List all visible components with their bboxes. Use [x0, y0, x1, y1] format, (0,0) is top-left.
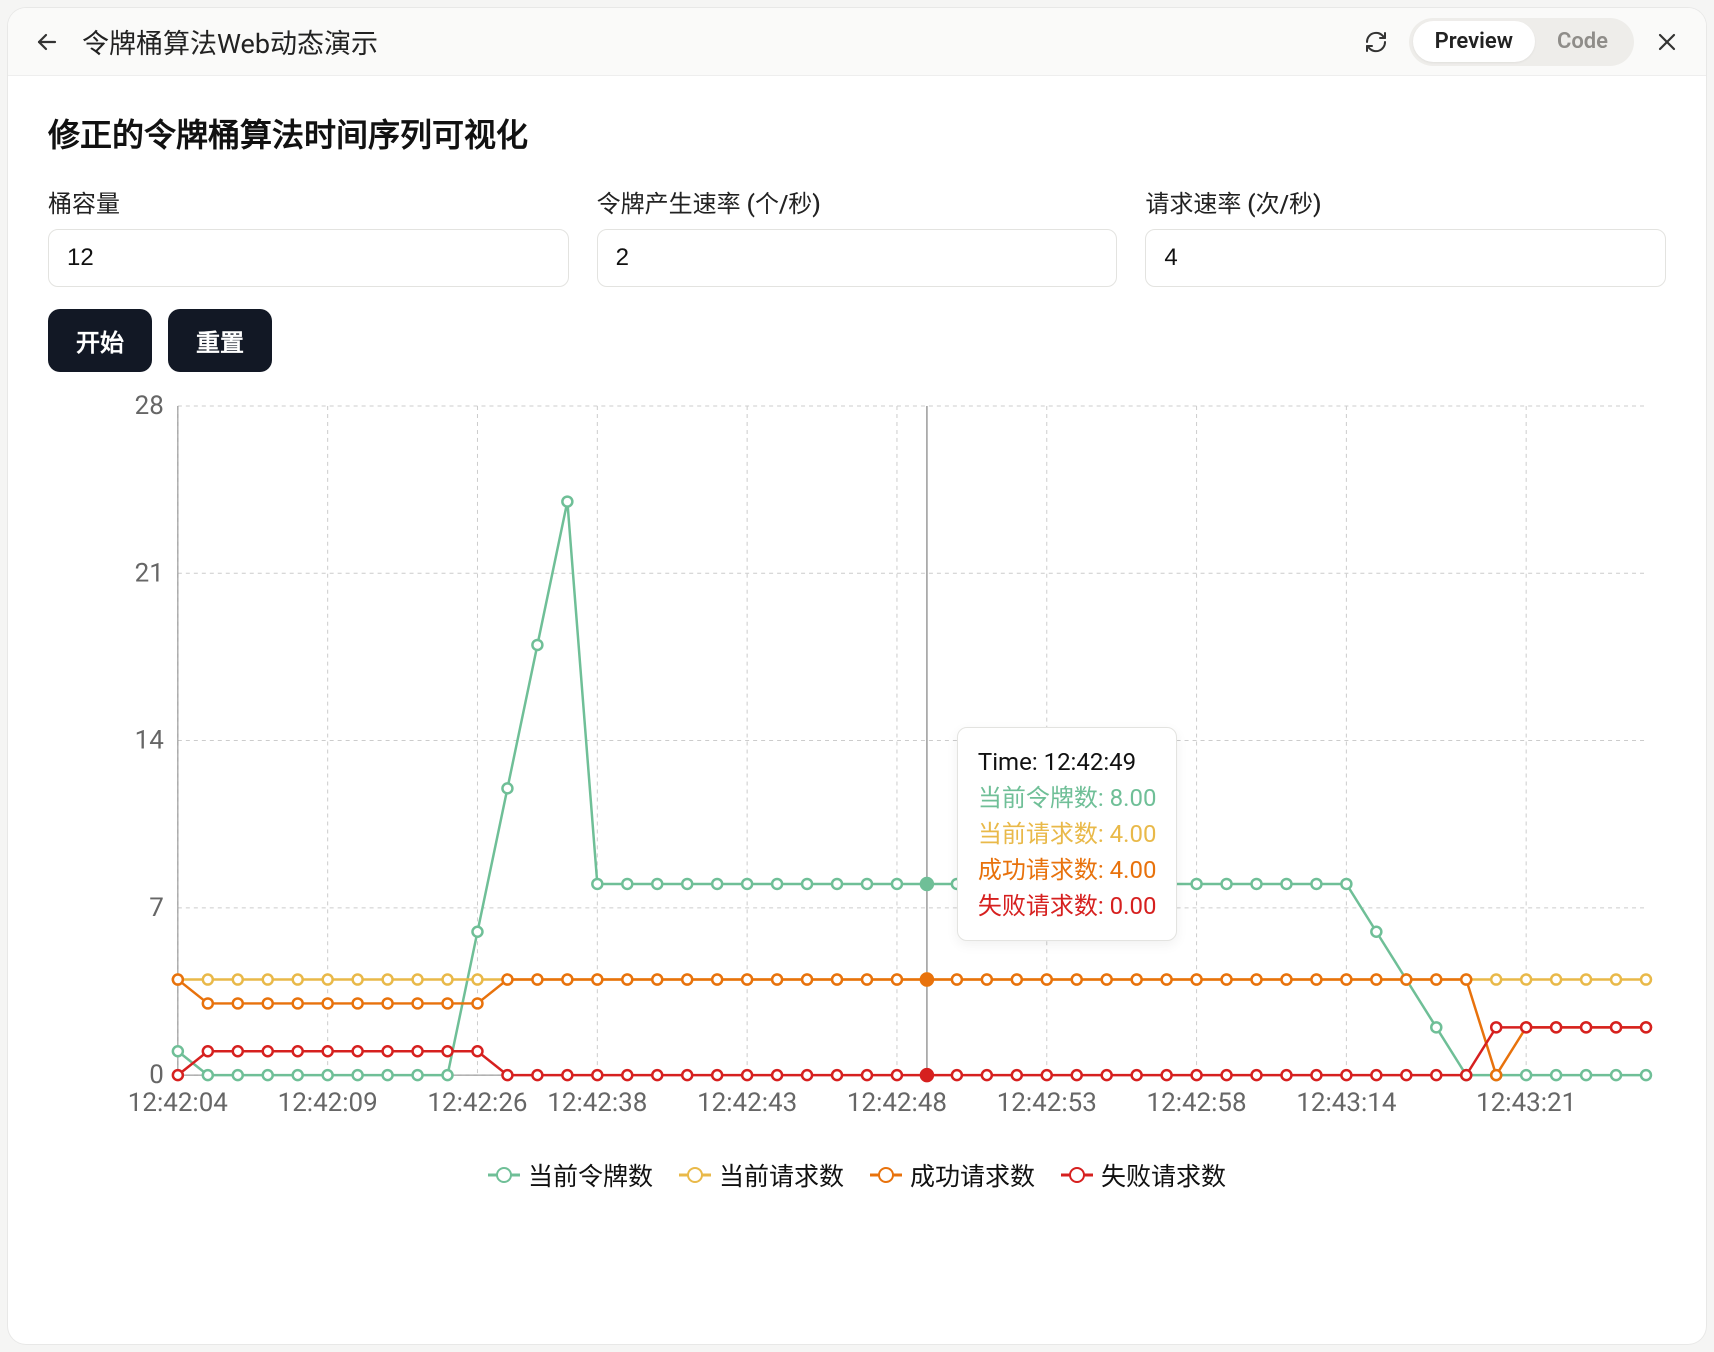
legend-label: 失败请求数: [1101, 1157, 1226, 1193]
rate-input[interactable]: [597, 229, 1118, 287]
req-rate-label: 请求速率 (次/秒): [1145, 184, 1666, 219]
tooltip-success-value: 4.00: [1110, 856, 1157, 884]
tooltip-time-label: Time: [978, 748, 1032, 776]
tooltip-tokens-value: 8.00: [1110, 784, 1157, 812]
view-toggle: Preview Code: [1409, 18, 1634, 66]
tooltip-fail-value: 0.00: [1110, 892, 1157, 920]
svg-text:12:42:26: 12:42:26: [427, 1088, 527, 1118]
svg-text:12:42:58: 12:42:58: [1147, 1088, 1247, 1118]
svg-text:12:42:53: 12:42:53: [997, 1088, 1097, 1118]
chart-area: 0 7 14 21 28 12:42:04 12:42:09 12:42:26 12:42:38…: [48, 386, 1666, 1193]
controls-row: 桶容量 令牌产生速率 (个/秒) 请求速率 (次/秒): [48, 184, 1666, 287]
page-title: 令牌桶算法Web动态演示: [82, 22, 378, 61]
svg-text:28: 28: [135, 391, 164, 421]
capacity-input[interactable]: [48, 229, 569, 287]
chart-legend: 当前令牌数 当前请求数 成功请求数 失败请求数: [48, 1157, 1666, 1193]
tooltip-time-value: 12:42:49: [1044, 748, 1137, 776]
capacity-label: 桶容量: [48, 184, 569, 219]
tooltip-success-label: 成功请求数: [978, 856, 1098, 884]
close-icon[interactable]: [1650, 25, 1684, 59]
tab-code[interactable]: Code: [1535, 21, 1630, 62]
svg-text:12:42:38: 12:42:38: [547, 1088, 647, 1118]
legend-swatch-icon: [488, 1168, 520, 1182]
svg-text:12:43:21: 12:43:21: [1476, 1088, 1576, 1118]
svg-text:0: 0: [149, 1060, 164, 1090]
tab-preview[interactable]: Preview: [1413, 21, 1535, 62]
top-bar: 令牌桶算法Web动态演示 Preview Code: [8, 8, 1706, 76]
line-chart: 0 7 14 21 28 12:42:04 12:42:09 12:42:26 12:42:38…: [48, 386, 1666, 1145]
svg-text:14: 14: [135, 726, 164, 756]
legend-success[interactable]: 成功请求数: [870, 1157, 1035, 1193]
legend-label: 成功请求数: [910, 1157, 1035, 1193]
refresh-icon[interactable]: [1359, 25, 1393, 59]
tooltip-tokens-label: 当前令牌数: [978, 784, 1098, 812]
svg-text:12:42:09: 12:42:09: [278, 1088, 378, 1118]
reset-button[interactable]: 重置: [168, 309, 272, 372]
back-icon[interactable]: [30, 25, 64, 59]
legend-fail[interactable]: 失败请求数: [1061, 1157, 1226, 1193]
legend-tokens[interactable]: 当前令牌数: [488, 1157, 653, 1193]
start-button[interactable]: 开始: [48, 309, 152, 372]
legend-requests[interactable]: 当前请求数: [679, 1157, 844, 1193]
rate-label: 令牌产生速率 (个/秒): [597, 184, 1118, 219]
svg-text:21: 21: [135, 558, 164, 588]
req-rate-input[interactable]: [1145, 229, 1666, 287]
legend-label: 当前请求数: [719, 1157, 844, 1193]
svg-text:12:42:04: 12:42:04: [128, 1088, 228, 1118]
tooltip-requests-label: 当前请求数: [978, 820, 1098, 848]
legend-swatch-icon: [870, 1168, 902, 1182]
tooltip-requests-value: 4.00: [1110, 820, 1157, 848]
svg-text:12:42:43: 12:42:43: [697, 1088, 797, 1118]
legend-swatch-icon: [1061, 1168, 1093, 1182]
chart-tooltip: Time: 12:42:49 当前令牌数: 8.00 当前请求数: 4.00 成…: [957, 727, 1178, 941]
legend-label: 当前令牌数: [528, 1157, 653, 1193]
heading: 修正的令牌桶算法时间序列可视化: [48, 110, 1666, 156]
svg-text:7: 7: [149, 893, 164, 923]
tooltip-fail-label: 失败请求数: [978, 892, 1098, 920]
svg-text:12:43:14: 12:43:14: [1296, 1088, 1396, 1118]
legend-swatch-icon: [679, 1168, 711, 1182]
svg-text:12:42:48: 12:42:48: [847, 1088, 947, 1118]
